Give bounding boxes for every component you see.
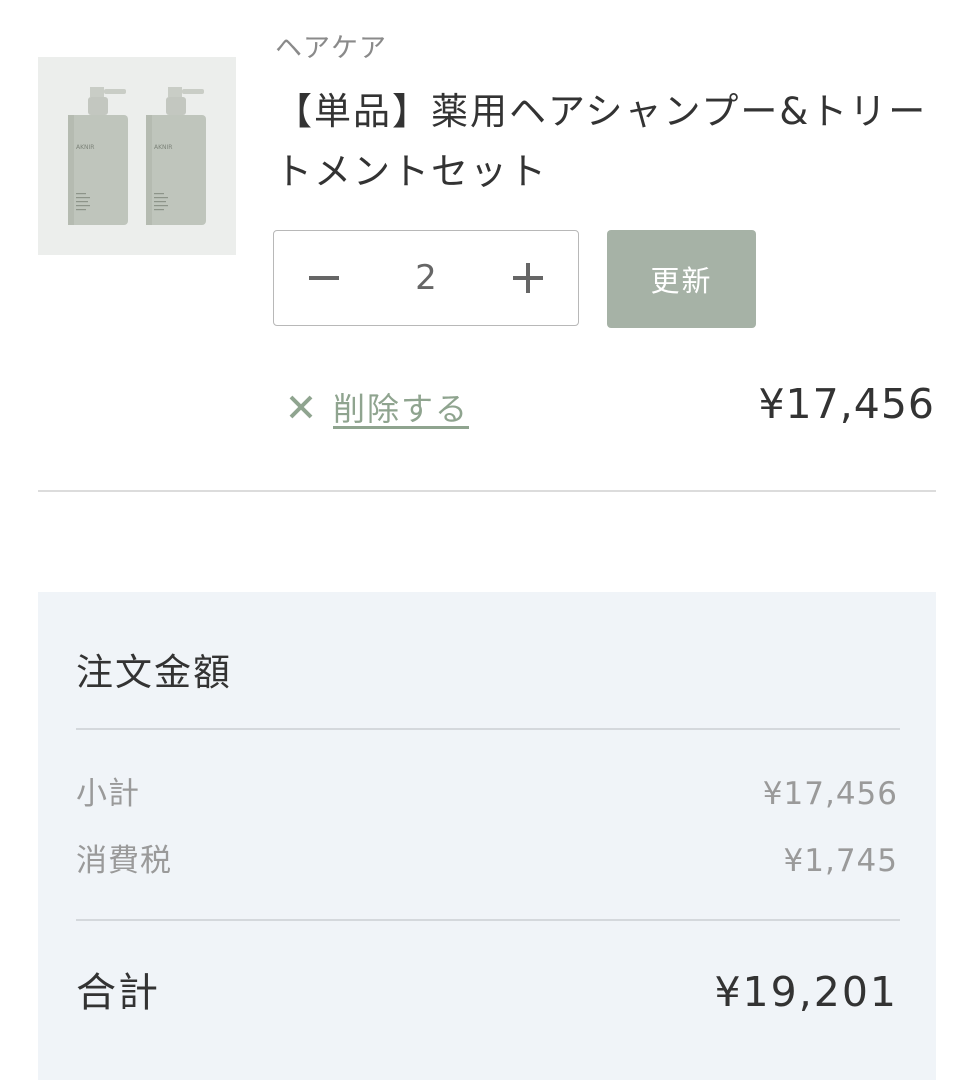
summary-divider-top bbox=[76, 728, 900, 730]
total-row: 合計 ¥19,201 bbox=[76, 960, 898, 1018]
subtotal-value: ¥17,456 bbox=[762, 776, 898, 812]
update-button[interactable]: 更新 bbox=[607, 230, 756, 328]
total-value: ¥19,201 bbox=[714, 968, 898, 1016]
remove-label: 削除する bbox=[333, 390, 470, 428]
summary-divider-bottom bbox=[76, 919, 900, 921]
subtotal-label: 小計 bbox=[76, 776, 140, 812]
left-bottle-logo: AKNIR bbox=[76, 144, 94, 151]
cart-page: AKNIR AKNIR ヘアケア 【単品】薬用ヘアシャンプー&トリートメントセッ… bbox=[0, 0, 975, 1080]
divider bbox=[38, 490, 936, 492]
product-image[interactable]: AKNIR AKNIR bbox=[38, 57, 236, 255]
minus-icon bbox=[309, 276, 339, 280]
bottles-illustration: AKNIR AKNIR bbox=[38, 57, 236, 255]
close-icon bbox=[289, 395, 313, 419]
tax-value: ¥1,745 bbox=[783, 843, 898, 879]
plus-icon bbox=[513, 263, 543, 293]
quantity-input[interactable] bbox=[384, 257, 468, 299]
subtotal-row: 小計 ¥17,456 bbox=[76, 768, 898, 813]
remove-item-link[interactable]: 削除する bbox=[287, 384, 469, 430]
order-summary: 注文金額 小計 ¥17,456 消費税 ¥1,745 合計 ¥19,201 bbox=[38, 592, 936, 1080]
increase-quantity-button[interactable] bbox=[508, 258, 548, 298]
decrease-quantity-button[interactable] bbox=[304, 258, 344, 298]
product-name[interactable]: 【単品】薬用ヘアシャンプー&トリートメントセット bbox=[275, 82, 955, 202]
right-bottle-logo: AKNIR bbox=[154, 144, 172, 151]
quantity-stepper bbox=[273, 230, 579, 326]
item-price: ¥17,456 bbox=[758, 380, 935, 428]
product-category: ヘアケア bbox=[275, 33, 387, 64]
summary-title: 注文金額 bbox=[76, 651, 232, 694]
tax-row: 消費税 ¥1,745 bbox=[76, 835, 898, 880]
total-label: 合計 bbox=[76, 970, 160, 1016]
tax-label: 消費税 bbox=[76, 843, 172, 879]
